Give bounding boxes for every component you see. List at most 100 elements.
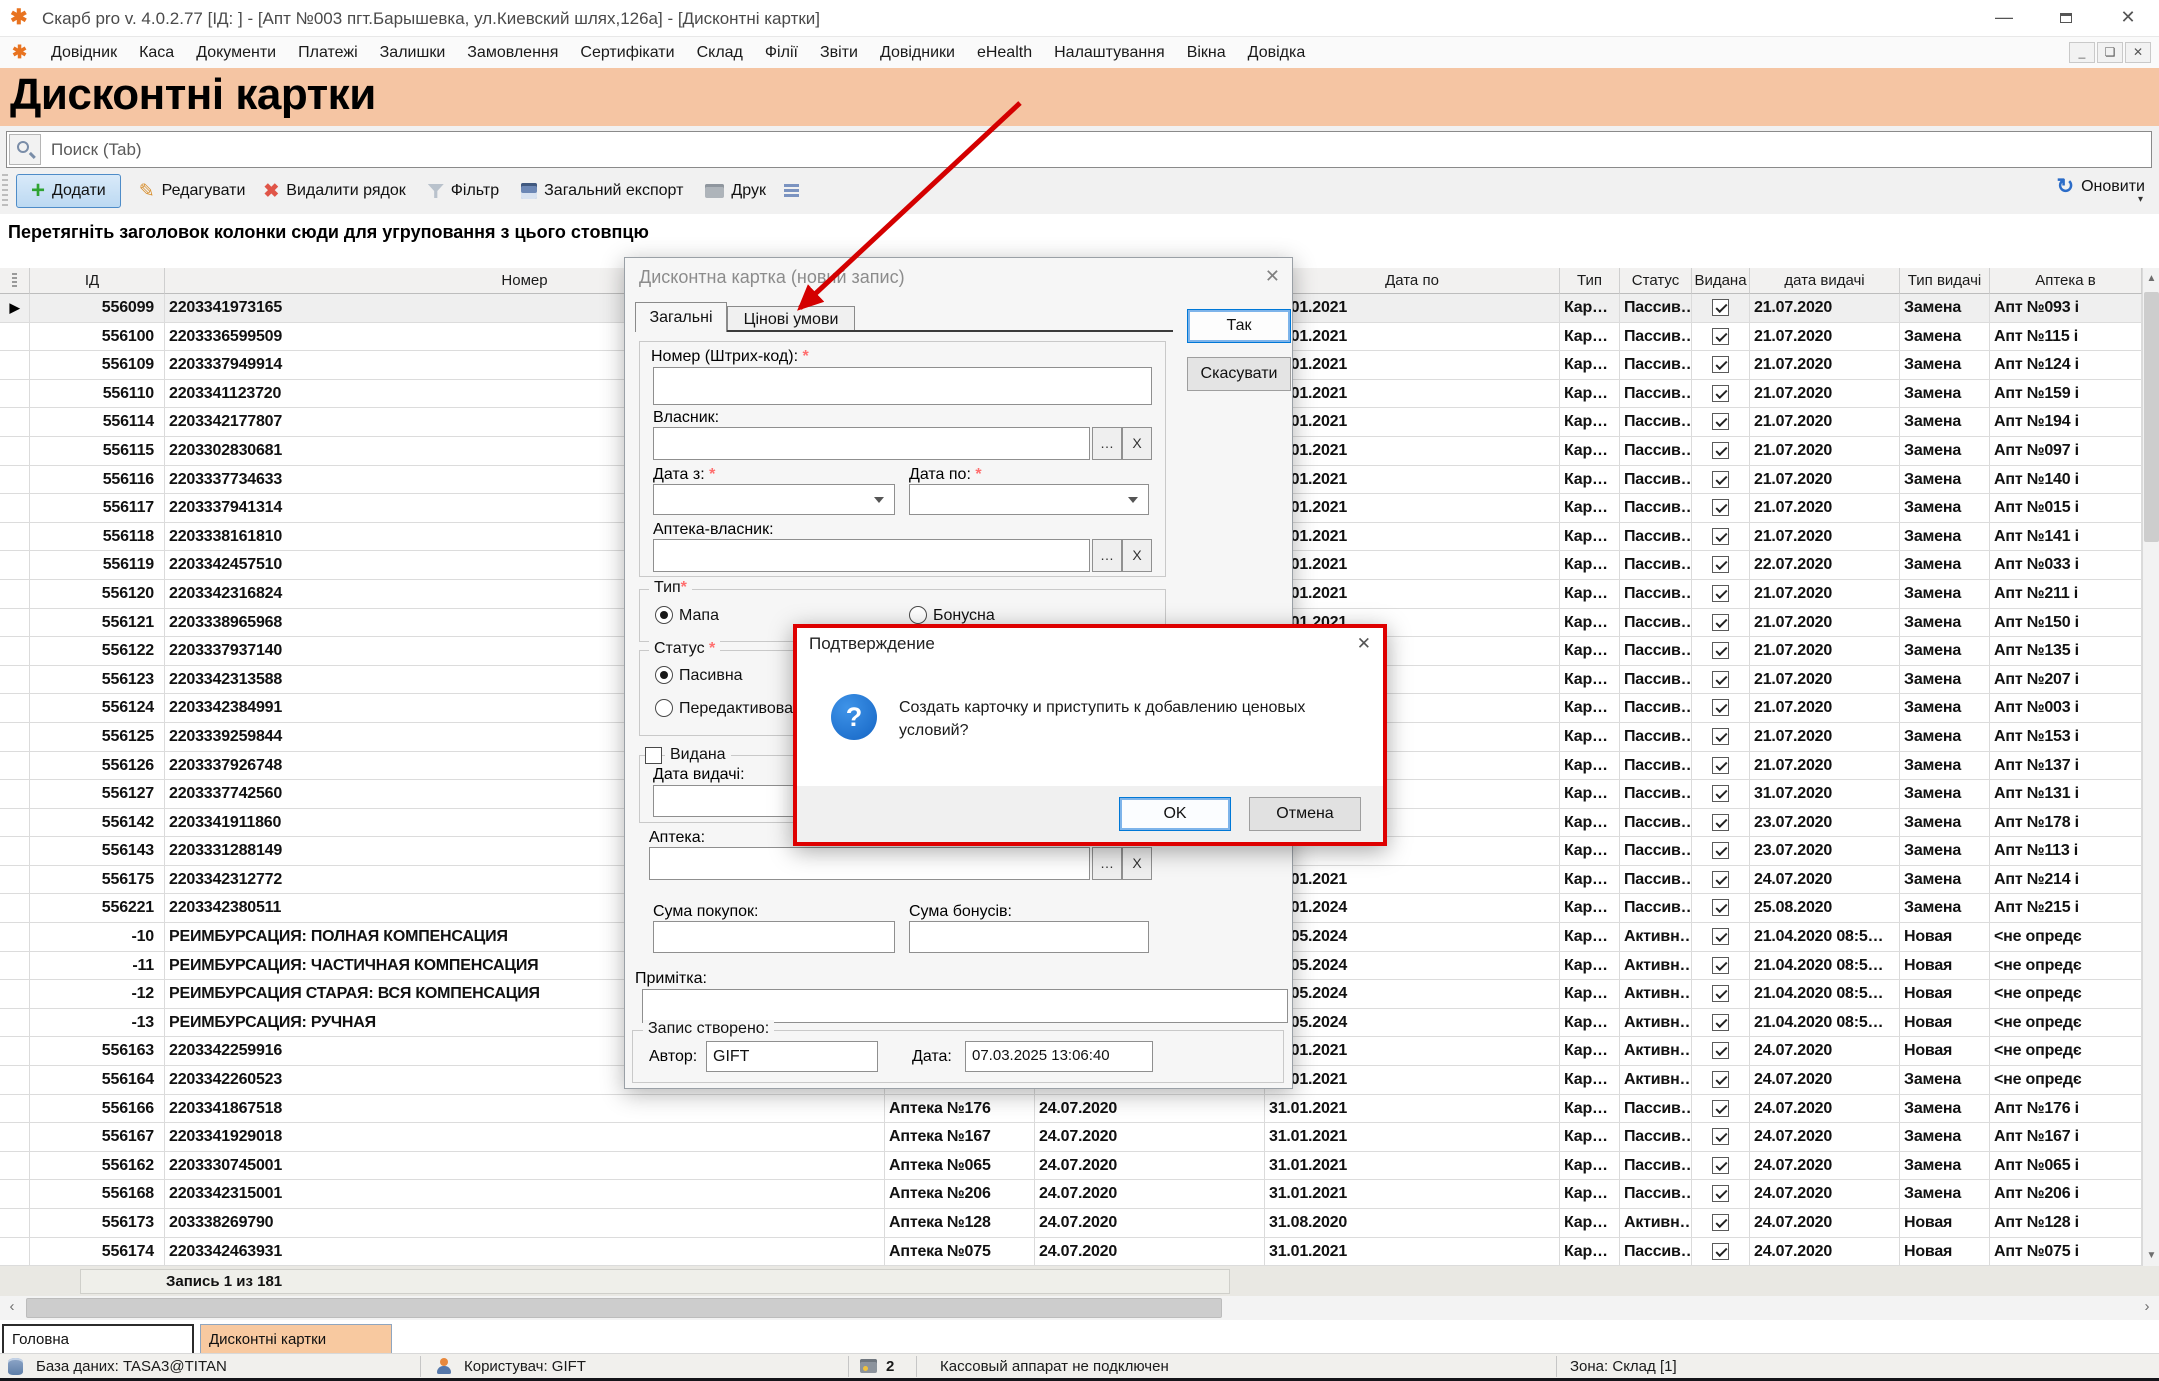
type-bonus-radio[interactable] [909, 606, 927, 624]
header-status[interactable]: Статус [1620, 268, 1692, 294]
tab-general[interactable]: Загальні [635, 302, 727, 332]
table-row[interactable]: 556162 2203330745001 Аптека №065 24.07.2… [0, 1152, 2142, 1181]
bonus-input[interactable] [909, 921, 1149, 953]
issued-checkbox[interactable] [1712, 499, 1729, 516]
confirm-close-icon[interactable]: ✕ [1357, 634, 1371, 654]
menu-item[interactable]: Довідка [1237, 37, 1317, 68]
dialog-close-icon[interactable]: ✕ [1265, 266, 1280, 287]
header-id[interactable]: ІД [30, 268, 165, 294]
issued-checkbox[interactable] [1712, 1014, 1729, 1031]
columns-icon[interactable] [784, 184, 799, 199]
pharmacy-clear-button[interactable]: X [1122, 847, 1152, 880]
menu-item[interactable]: Платежі [287, 37, 369, 68]
header-issue-apt[interactable]: Аптека в [1990, 268, 2142, 294]
number-input[interactable] [653, 367, 1152, 405]
confirm-cancel-button[interactable]: Отмена [1249, 797, 1361, 831]
owner-browse-button[interactable]: … [1092, 427, 1122, 460]
issued-checkbox[interactable] [1712, 1100, 1729, 1117]
mdi-minimize-button[interactable]: _ [2069, 42, 2095, 63]
issued-checkbox[interactable] [1712, 299, 1729, 316]
menu-item[interactable]: Залишки [369, 37, 457, 68]
menu-item[interactable]: eHealth [966, 37, 1043, 68]
owner-clear-button[interactable]: X [1122, 427, 1152, 460]
issued-checkbox[interactable] [1712, 556, 1729, 573]
issued-checkbox[interactable] [1712, 1042, 1729, 1059]
menu-item[interactable]: Сертифікати [569, 37, 685, 68]
issued-checkbox[interactable] [1712, 385, 1729, 402]
issued-checkbox[interactable] [1712, 356, 1729, 373]
vertical-scrollbar[interactable]: ▲ ▼ [2142, 268, 2159, 1267]
toolbar-grip[interactable] [2, 174, 8, 208]
edit-button[interactable]: ✎ Редагувати [139, 180, 246, 203]
issued-checkbox[interactable] [1712, 328, 1729, 345]
menu-item[interactable]: Каса [128, 37, 185, 68]
issued-checkbox[interactable] [1712, 1214, 1729, 1231]
refresh-button[interactable]: ↻ Оновити ▾ [2057, 174, 2146, 199]
issued-checkbox[interactable] [1712, 1185, 1729, 1202]
pharmacy-input[interactable] [649, 847, 1090, 880]
header-issue-date[interactable]: дата видачі [1750, 268, 1900, 294]
mdi-close-button[interactable]: ✕ [2125, 42, 2151, 63]
issued-checkbox[interactable] [1712, 985, 1729, 1002]
horizontal-scroll-thumb[interactable] [26, 1298, 1222, 1318]
cancel-button[interactable]: Скасувати [1187, 357, 1291, 391]
issued-checkbox[interactable] [1712, 614, 1729, 631]
add-button[interactable]: + Додати [16, 174, 121, 208]
vertical-scroll-thumb[interactable] [2144, 292, 2159, 542]
export-button[interactable]: Загальний експорт [521, 182, 683, 200]
issued-checkbox[interactable] [1712, 957, 1729, 974]
header-issue-type[interactable]: Тип видачі [1900, 268, 1990, 294]
delete-row-button[interactable]: ✖ Видалити рядок [263, 180, 405, 203]
created-date-input[interactable]: 07.03.2025 13:06:40 [965, 1041, 1153, 1072]
print-button[interactable]: Друк [705, 182, 766, 200]
scroll-right-icon[interactable]: › [2135, 1296, 2159, 1320]
table-row[interactable]: 556168 2203342315001 Аптека №206 24.07.2… [0, 1180, 2142, 1209]
issued-checkbox[interactable] [645, 747, 662, 764]
issued-checkbox[interactable] [1712, 728, 1729, 745]
filter-button[interactable]: Фільтр [428, 182, 499, 200]
mdi-restore-button[interactable]: ❏ [2097, 42, 2123, 63]
close-button[interactable]: ✕ [2097, 0, 2159, 36]
menu-item[interactable]: Вікна [1176, 37, 1237, 68]
issued-checkbox[interactable] [1712, 899, 1729, 916]
issued-checkbox[interactable] [1712, 699, 1729, 716]
issued-checkbox[interactable] [1712, 871, 1729, 888]
grid-corner[interactable] [0, 268, 30, 294]
date-from-select[interactable] [653, 484, 895, 515]
pharmacy-owner-browse-button[interactable]: … [1092, 539, 1122, 572]
issued-checkbox[interactable] [1712, 642, 1729, 659]
issued-checkbox[interactable] [1712, 528, 1729, 545]
menu-item[interactable]: Філії [754, 37, 809, 68]
header-type[interactable]: Тип [1560, 268, 1620, 294]
issued-checkbox[interactable] [1712, 757, 1729, 774]
status-passive-radio[interactable] [655, 666, 673, 684]
header-date-to[interactable]: Дата по [1265, 268, 1560, 294]
issued-checkbox[interactable] [1712, 842, 1729, 859]
issued-checkbox[interactable] [1712, 671, 1729, 688]
issued-checkbox[interactable] [1712, 585, 1729, 602]
issued-checkbox[interactable] [1712, 928, 1729, 945]
yes-button[interactable]: Так [1187, 309, 1291, 343]
table-row[interactable]: 556167 2203341929018 Аптека №167 24.07.2… [0, 1123, 2142, 1152]
table-row[interactable]: 556173 203338269790 Аптека №128 24.07.20… [0, 1209, 2142, 1238]
pharmacy-owner-input[interactable] [653, 539, 1090, 572]
menu-item[interactable]: Налаштування [1043, 37, 1176, 68]
issued-checkbox[interactable] [1712, 785, 1729, 802]
owner-input[interactable] [653, 427, 1090, 460]
table-row[interactable]: 556174 2203342463931 Аптека №075 24.07.2… [0, 1238, 2142, 1267]
purchases-input[interactable] [653, 921, 895, 953]
type-map-radio[interactable] [655, 606, 673, 624]
horizontal-scrollbar[interactable]: ‹ › [0, 1296, 2159, 1320]
issued-checkbox[interactable] [1712, 1128, 1729, 1145]
menu-item[interactable]: Довідник [40, 37, 128, 68]
pharmacy-owner-clear-button[interactable]: X [1122, 539, 1152, 572]
issued-checkbox[interactable] [1712, 814, 1729, 831]
restore-button[interactable] [2035, 0, 2097, 36]
issued-checkbox[interactable] [1712, 1157, 1729, 1174]
pharmacy-browse-button[interactable]: … [1092, 847, 1122, 880]
scroll-down-icon[interactable]: ▼ [2143, 1245, 2159, 1267]
tab-price-conditions[interactable]: Цінові умови [727, 306, 855, 332]
menu-item[interactable]: Замовлення [456, 37, 569, 68]
menu-item[interactable]: Звіти [809, 37, 869, 68]
menu-item[interactable]: Склад [686, 37, 754, 68]
